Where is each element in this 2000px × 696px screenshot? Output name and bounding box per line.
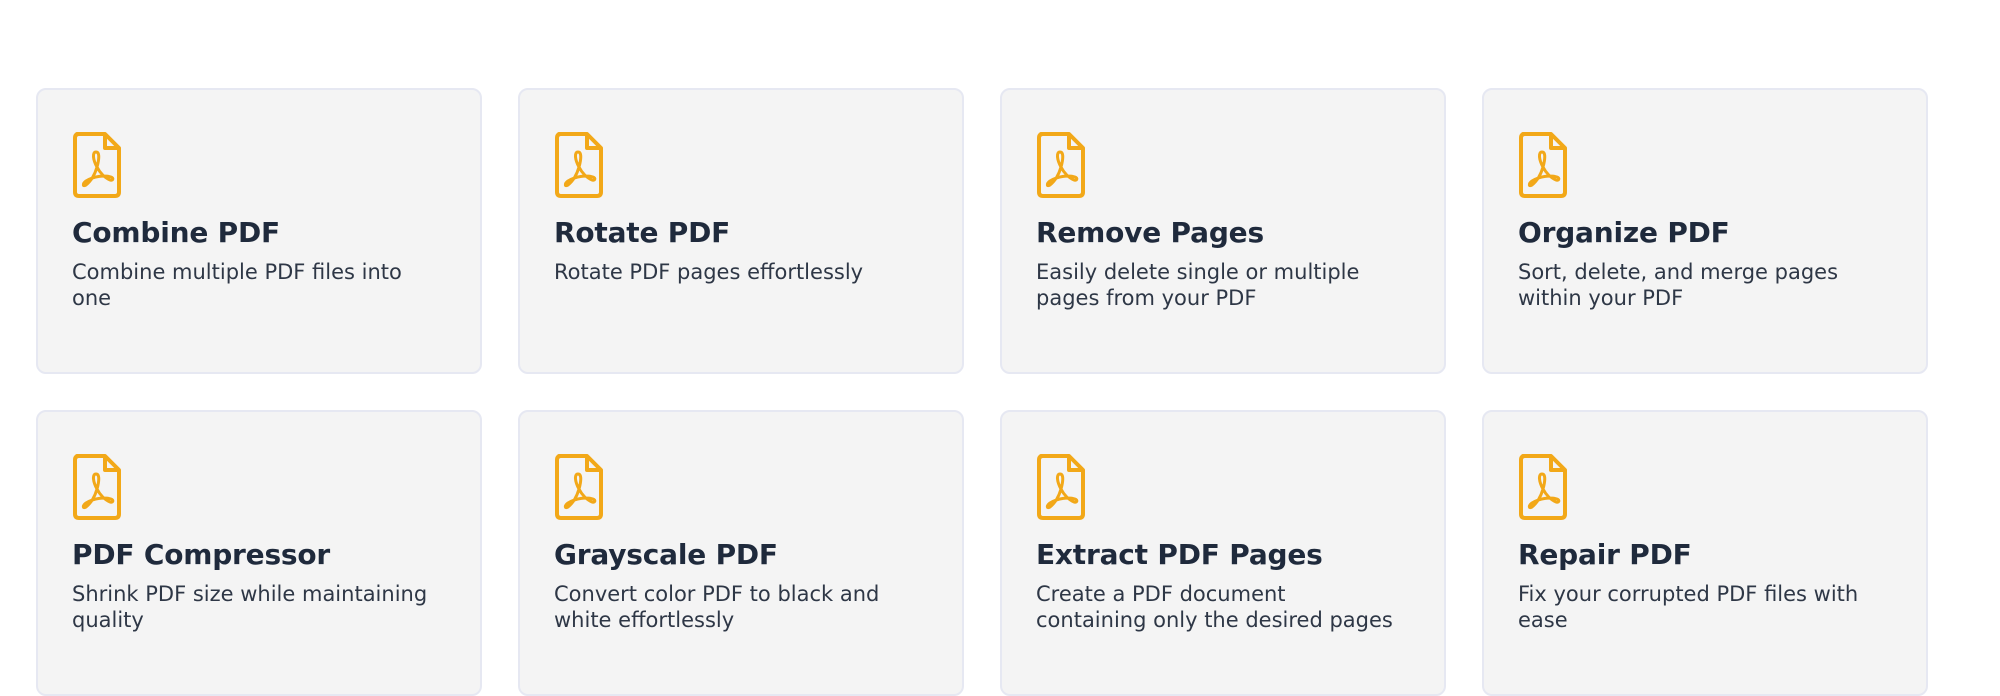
tool-card-rotate-pdf[interactable]: Rotate PDF Rotate PDF pages effortlessly xyxy=(518,88,964,374)
tool-card-pdf-compressor[interactable]: PDF Compressor Shrink PDF size while mai… xyxy=(36,410,482,696)
pdf-file-icon xyxy=(1519,454,1567,520)
pdf-file-icon xyxy=(1037,132,1085,198)
tool-card-extract-pdf-pages[interactable]: Extract PDF Pages Create a PDF document … xyxy=(1000,410,1446,696)
pdf-file-icon xyxy=(555,132,603,198)
tool-description: Sort, delete, and merge pages within you… xyxy=(1518,260,1839,310)
tool-card-remove-pages[interactable]: Remove Pages Easily delete single or mul… xyxy=(1000,88,1446,374)
tool-card-grayscale-pdf[interactable]: Grayscale PDF Convert color PDF to black… xyxy=(518,410,964,696)
tool-description: Rotate PDF pages effortlessly xyxy=(554,260,864,284)
pdf-file-icon xyxy=(555,454,603,520)
tool-description: Easily delete single or multiple pages f… xyxy=(1036,260,1360,310)
tool-card-combine-pdf[interactable]: Combine PDF Combine multiple PDF files i… xyxy=(36,88,482,374)
tool-description: Shrink PDF size while maintaining qualit… xyxy=(72,582,428,632)
tool-grid: Combine PDF Combine multiple PDF files i… xyxy=(36,88,1930,696)
tool-title: Organize PDF xyxy=(1518,216,1730,249)
pdf-file-icon xyxy=(1519,132,1567,198)
tool-title: Rotate PDF xyxy=(554,216,731,249)
tool-card-organize-pdf[interactable]: Organize PDF Sort, delete, and merge pag… xyxy=(1482,88,1928,374)
tool-description: Create a PDF document containing only th… xyxy=(1036,582,1393,632)
pdf-file-icon xyxy=(73,454,121,520)
tool-description: Fix your corrupted PDF files with ease xyxy=(1518,582,1859,632)
tool-title: Repair PDF xyxy=(1518,538,1692,571)
tool-description: Combine multiple PDF files into one xyxy=(72,260,402,310)
tool-card-repair-pdf[interactable]: Repair PDF Fix your corrupted PDF files … xyxy=(1482,410,1928,696)
pdf-file-icon xyxy=(73,132,121,198)
tool-description: Convert color PDF to black and white eff… xyxy=(554,582,880,632)
pdf-file-icon xyxy=(1037,454,1085,520)
tool-title: Extract PDF Pages xyxy=(1036,538,1323,571)
tool-title: Grayscale PDF xyxy=(554,538,778,571)
tool-title: PDF Compressor xyxy=(72,538,331,571)
tool-title: Remove Pages xyxy=(1036,216,1264,249)
tool-title: Combine PDF xyxy=(72,216,280,249)
